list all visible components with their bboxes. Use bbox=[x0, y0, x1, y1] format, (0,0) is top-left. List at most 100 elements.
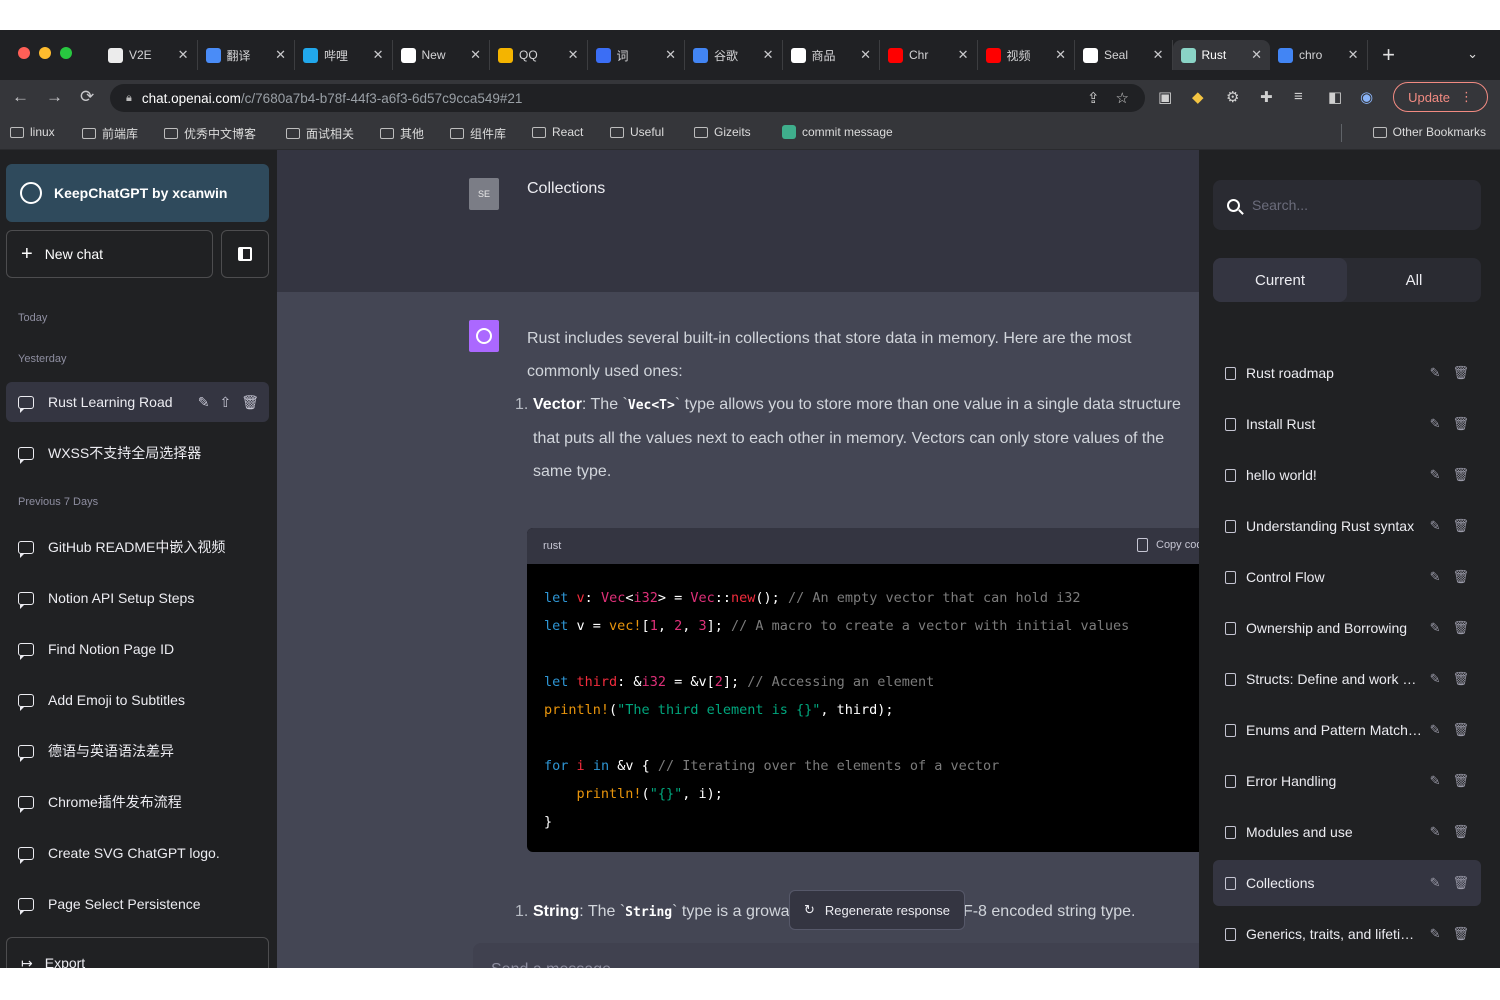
outline-item[interactable]: Ownership and Borrowing ✎ 🗑︎ bbox=[1213, 605, 1481, 651]
share-page-icon[interactable]: ⇪ bbox=[1087, 89, 1100, 107]
trash-icon[interactable]: 🗑︎ bbox=[1452, 671, 1469, 687]
tab-search-icon[interactable]: ⌄ bbox=[1467, 46, 1478, 62]
bookmark-item[interactable]: 优秀中文博客 bbox=[164, 125, 256, 142]
outline-item[interactable]: Control Flow ✎ 🗑︎ bbox=[1213, 554, 1481, 600]
browser-tab[interactable]: Chr ✕ bbox=[880, 40, 978, 70]
outline-item[interactable]: Error Handling ✎ 🗑︎ bbox=[1213, 758, 1481, 804]
bookmark-item[interactable]: 其他 bbox=[380, 125, 424, 142]
reload-icon[interactable]: ⟳ bbox=[80, 87, 94, 107]
conversation-item[interactable]: GitHub README中嵌入视频 bbox=[6, 527, 269, 567]
browser-tab[interactable]: 词 ✕ bbox=[588, 40, 685, 70]
edit-icon[interactable]: ✎ bbox=[1430, 926, 1441, 942]
zoom-window-button[interactable] bbox=[60, 47, 72, 59]
edit-icon[interactable]: ✎ bbox=[1430, 671, 1441, 687]
conversation-item[interactable]: Add Emoji to Subtitles bbox=[6, 680, 269, 720]
trash-icon[interactable]: 🗑︎ bbox=[1452, 467, 1469, 483]
trash-icon[interactable]: 🗑︎ bbox=[1452, 365, 1469, 381]
tab-all[interactable]: All bbox=[1347, 258, 1481, 302]
outline-item[interactable]: Structs: Define and work with ✎ 🗑︎ bbox=[1213, 656, 1481, 702]
forward-arrow-icon[interactable]: → bbox=[46, 87, 63, 107]
close-window-button[interactable] bbox=[18, 47, 30, 59]
bookmark-item[interactable]: 面试相关 bbox=[286, 125, 354, 142]
conversation-item[interactable]: Notion API Setup Steps bbox=[6, 578, 269, 618]
bookmark-item[interactable]: React bbox=[532, 125, 583, 139]
media-icon[interactable]: ≡ bbox=[1294, 88, 1303, 105]
edit-icon[interactable]: ✎ bbox=[1430, 569, 1441, 585]
trash-icon[interactable]: 🗑︎ bbox=[1452, 824, 1469, 840]
trash-icon[interactable]: 🗑︎ bbox=[1452, 875, 1469, 891]
edit-icon[interactable]: ✎ bbox=[1430, 365, 1441, 381]
other-bookmarks[interactable]: Other Bookmarks bbox=[1372, 125, 1486, 139]
edit-icon[interactable]: ✎ bbox=[1430, 875, 1441, 891]
close-tab-icon[interactable]: ✕ bbox=[1348, 47, 1359, 63]
outline-item[interactable]: hello world! ✎ 🗑︎ bbox=[1213, 452, 1481, 498]
new-chat-button[interactable]: + New chat bbox=[6, 230, 213, 278]
edit-icon[interactable]: ✎ bbox=[1430, 773, 1441, 789]
browser-tab[interactable]: New ✕ bbox=[393, 40, 490, 70]
tab-current[interactable]: Current bbox=[1213, 258, 1347, 302]
edit-icon[interactable]: ✎ bbox=[1430, 722, 1441, 738]
bookmark-item[interactable]: 组件库 bbox=[450, 125, 506, 142]
close-tab-icon[interactable]: ✕ bbox=[1251, 47, 1262, 63]
regenerate-response-button[interactable]: ↻ Regenerate response bbox=[789, 890, 965, 930]
edit-icon[interactable]: ✎ bbox=[198, 394, 210, 411]
browser-tab[interactable]: Rust ✕ bbox=[1172, 40, 1270, 70]
conversation-item-active[interactable]: Rust Learning Road ✎ ⇧ 🗑︎ bbox=[6, 382, 269, 422]
edit-icon[interactable]: ✎ bbox=[1430, 620, 1441, 636]
minimize-window-button[interactable] bbox=[39, 47, 51, 59]
edit-icon[interactable]: ✎ bbox=[1430, 824, 1441, 840]
hide-sidebar-button[interactable] bbox=[221, 230, 269, 278]
update-button[interactable]: Update ⋮ bbox=[1393, 82, 1488, 112]
close-tab-icon[interactable]: ✕ bbox=[568, 47, 579, 63]
trash-icon[interactable]: 🗑︎ bbox=[1452, 518, 1469, 534]
outline-item[interactable]: Rust roadmap ✎ 🗑︎ bbox=[1213, 350, 1481, 396]
trash-icon[interactable]: 🗑︎ bbox=[1452, 416, 1469, 432]
message-input[interactable] bbox=[491, 961, 1091, 968]
conversation-item[interactable]: Chrome插件发布流程 bbox=[6, 782, 269, 822]
browser-tab[interactable]: QQ ✕ bbox=[490, 40, 588, 70]
browser-tab[interactable]: chro ✕ bbox=[1270, 40, 1368, 70]
new-tab-button[interactable]: + bbox=[1374, 40, 1404, 70]
browser-tab[interactable]: 视频 ✕ bbox=[978, 40, 1075, 70]
share-icon[interactable]: ⇧ bbox=[219, 394, 231, 411]
browser-tab[interactable]: Seal ✕ bbox=[1075, 40, 1173, 70]
edit-icon[interactable]: ✎ bbox=[1430, 518, 1441, 534]
outline-item[interactable]: Modules and use ✎ 🗑︎ bbox=[1213, 809, 1481, 855]
extension-icon[interactable]: ◆ bbox=[1192, 88, 1204, 106]
conversation-item[interactable]: Page Select Persistence bbox=[6, 884, 269, 924]
browser-tab[interactable]: 哔哩 ✕ bbox=[295, 40, 393, 70]
browser-tab[interactable]: 谷歌 ✕ bbox=[685, 40, 783, 70]
trash-icon[interactable]: 🗑︎ bbox=[241, 394, 259, 411]
address-bar[interactable]: 🔒︎ chat.openai.com/c/7680a7b4-b78f-44f3-… bbox=[110, 84, 1145, 112]
close-tab-icon[interactable]: ✕ bbox=[1153, 47, 1164, 63]
close-tab-icon[interactable]: ✕ bbox=[178, 47, 189, 63]
close-tab-icon[interactable]: ✕ bbox=[665, 47, 676, 63]
trash-icon[interactable]: 🗑︎ bbox=[1452, 926, 1469, 942]
conversation-item[interactable]: 德语与英语语法差异 bbox=[6, 731, 269, 771]
browser-tab[interactable]: V2E ✕ bbox=[100, 40, 198, 70]
trash-icon[interactable]: 🗑︎ bbox=[1452, 773, 1469, 789]
star-icon[interactable]: ☆ bbox=[1116, 89, 1129, 107]
trash-icon[interactable]: 🗑︎ bbox=[1452, 722, 1469, 738]
conversation-item[interactable]: Create SVG ChatGPT logo. bbox=[6, 833, 269, 873]
browser-tab[interactable]: 翻译 ✕ bbox=[198, 40, 295, 70]
bookmark-item[interactable]: 前端库 bbox=[82, 125, 138, 142]
outline-item[interactable]: Understanding Rust syntax ✎ 🗑︎ bbox=[1213, 503, 1481, 549]
bookmark-item[interactable]: Useful bbox=[610, 125, 664, 139]
browser-tab[interactable]: 商品 ✕ bbox=[783, 40, 880, 70]
back-arrow-icon[interactable]: ← bbox=[12, 87, 29, 107]
close-tab-icon[interactable]: ✕ bbox=[470, 47, 481, 63]
trash-icon[interactable]: 🗑︎ bbox=[1452, 569, 1469, 585]
puzzle-icon[interactable]: ✚ bbox=[1260, 88, 1273, 106]
bookmark-item[interactable]: linux bbox=[10, 125, 55, 139]
conversation-item[interactable]: Find Notion Page ID bbox=[6, 629, 269, 669]
outline-item[interactable]: Generics, traits, and lifetimes ✎ 🗑︎ bbox=[1213, 911, 1481, 957]
trash-icon[interactable]: 🗑︎ bbox=[1452, 620, 1469, 636]
conversation-item[interactable]: WXSS不支持全局选择器 bbox=[6, 433, 269, 473]
outline-search-input[interactable] bbox=[1252, 197, 1452, 213]
outline-item[interactable]: Install Rust ✎ 🗑︎ bbox=[1213, 401, 1481, 447]
copy-code-button[interactable]: Copy code bbox=[1137, 538, 1199, 552]
export-button[interactable]: ↦ Export bbox=[6, 937, 269, 968]
edit-icon[interactable]: ✎ bbox=[1430, 416, 1441, 432]
close-tab-icon[interactable]: ✕ bbox=[860, 47, 871, 63]
